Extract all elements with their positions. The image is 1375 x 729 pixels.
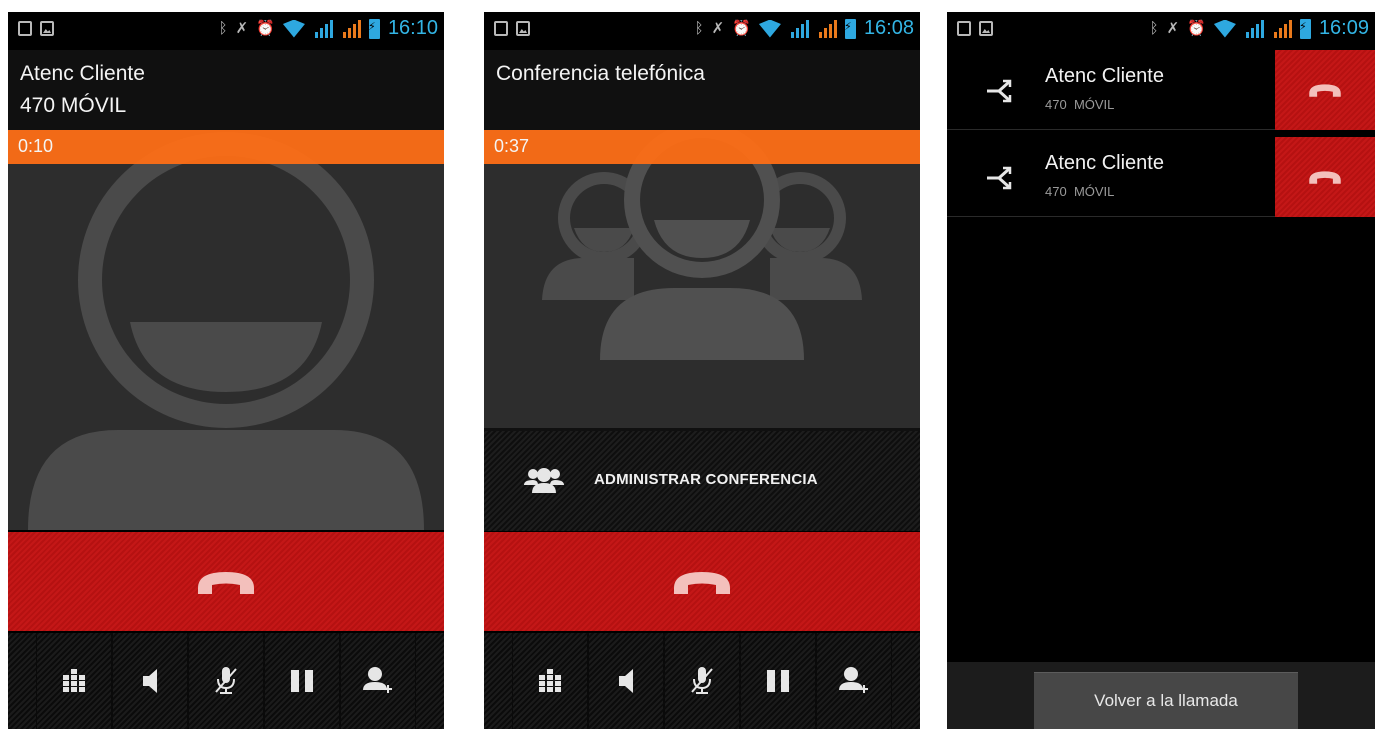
call-controls: [8, 633, 444, 729]
image-icon: [979, 21, 993, 36]
add-call-icon: [839, 667, 868, 693]
hold-icon: [767, 670, 789, 692]
signal2-icon: [341, 19, 361, 38]
status-time: 16:09: [1318, 17, 1369, 39]
caller-number: 470 MÓVIL: [20, 94, 127, 117]
add-call-icon: [363, 667, 392, 693]
split-call-icon[interactable]: [985, 165, 1015, 191]
participant-row: Atenc Cliente 470 MÓVIL: [947, 137, 1375, 217]
caller-name: Atenc Cliente: [20, 62, 145, 85]
footer-bar: Volver a la llamada: [947, 662, 1375, 729]
signal-icon: [1244, 19, 1264, 38]
dialpad-button[interactable]: [512, 633, 588, 729]
wifi-icon: [759, 20, 781, 38]
add-call-button[interactable]: [816, 633, 892, 729]
signal-icon: [789, 19, 809, 38]
hold-icon: [291, 670, 313, 692]
end-participant-button[interactable]: [1275, 50, 1375, 130]
status-bar: ᛒ ✗ ⏰ 16:10: [8, 12, 444, 50]
participant-number: 470 MÓVIL: [1045, 97, 1115, 112]
end-call-icon: [674, 571, 730, 594]
manage-conference-button[interactable]: ADMINISTRAR CONFERENCIA: [484, 428, 920, 531]
sd-card-icon: [494, 21, 508, 36]
sd-card-icon: [18, 21, 32, 36]
bluetooth-icon: ᛒ: [694, 19, 704, 37]
incall-screen: ᛒ ✗ ⏰ 16:10 Atenc Cliente 470 MÓVIL 0:10: [8, 12, 444, 729]
status-bar: ᛒ ✗ ⏰ 16:09: [947, 12, 1375, 50]
speaker-button[interactable]: [112, 633, 188, 729]
end-call-button[interactable]: [8, 532, 444, 631]
wifi-icon: [1214, 20, 1236, 38]
conference-photo: [484, 130, 920, 430]
speaker-button[interactable]: [588, 633, 664, 729]
hold-button[interactable]: [740, 633, 816, 729]
image-icon: [40, 21, 54, 36]
call-controls: [484, 633, 920, 729]
mute-icon: [691, 667, 713, 694]
conference-icon: [524, 468, 564, 493]
bluetooth-icon: ᛒ: [1149, 19, 1159, 37]
end-call-icon: [1309, 171, 1341, 184]
end-call-button[interactable]: [484, 532, 920, 631]
add-call-button[interactable]: [340, 633, 416, 729]
manage-conference-screen: ᛒ ✗ ⏰ 16:09 Atenc Cliente 470 MÓVIL: [947, 12, 1375, 729]
mute-status-icon: ✗: [711, 19, 725, 37]
call-timer: 0:10: [18, 136, 54, 156]
dialpad-button[interactable]: [36, 633, 112, 729]
alarm-icon: ⏰: [1187, 19, 1206, 37]
hold-button[interactable]: [264, 633, 340, 729]
manage-conference-label: ADMINISTRAR CONFERENCIA: [594, 471, 818, 488]
bluetooth-icon: ᛒ: [218, 19, 228, 37]
participant-row: Atenc Cliente 470 MÓVIL: [947, 50, 1375, 130]
participant-name: Atenc Cliente: [1045, 65, 1164, 87]
sd-card-icon: [957, 21, 971, 36]
participant-number: 470 MÓVIL: [1045, 184, 1115, 199]
call-timer-bar: 0:10: [8, 130, 444, 164]
conference-screen: ᛒ ✗ ⏰ 16:08 Conferencia telefó: [484, 12, 920, 729]
speaker-icon: [143, 669, 157, 693]
contact-photo: [8, 130, 444, 530]
end-call-icon: [1309, 84, 1341, 97]
status-time: 16:08: [863, 17, 914, 39]
signal2-icon: [1272, 19, 1292, 38]
status-time: 16:10: [387, 17, 438, 39]
mute-icon: [215, 667, 237, 694]
conference-title: Conferencia telefónica: [496, 62, 705, 85]
battery-icon: [1299, 18, 1311, 39]
dialpad-icon: [539, 669, 561, 692]
battery-icon: [844, 18, 856, 39]
call-timer-bar: 0:37: [484, 130, 920, 164]
battery-icon: [368, 18, 380, 39]
end-call-icon: [198, 571, 254, 594]
signal-icon: [313, 19, 333, 38]
caller-header: Conferencia telefónica: [484, 50, 920, 130]
end-participant-button[interactable]: [1275, 137, 1375, 217]
alarm-icon: ⏰: [732, 19, 751, 37]
mute-button[interactable]: [188, 633, 264, 729]
call-timer: 0:37: [494, 136, 530, 156]
status-bar: ᛒ ✗ ⏰ 16:08: [484, 12, 920, 50]
signal2-icon: [817, 19, 837, 38]
dialpad-icon: [63, 669, 85, 692]
mute-status-icon: ✗: [1166, 19, 1180, 37]
mute-status-icon: ✗: [235, 19, 249, 37]
return-to-call-button[interactable]: Volver a la llamada: [1034, 672, 1298, 729]
participant-name: Atenc Cliente: [1045, 152, 1164, 174]
speaker-icon: [619, 669, 633, 693]
wifi-icon: [283, 20, 305, 38]
caller-header: Atenc Cliente 470 MÓVIL: [8, 50, 444, 130]
alarm-icon: ⏰: [256, 19, 275, 37]
split-call-icon[interactable]: [985, 78, 1015, 104]
mute-button[interactable]: [664, 633, 740, 729]
image-icon: [516, 21, 530, 36]
